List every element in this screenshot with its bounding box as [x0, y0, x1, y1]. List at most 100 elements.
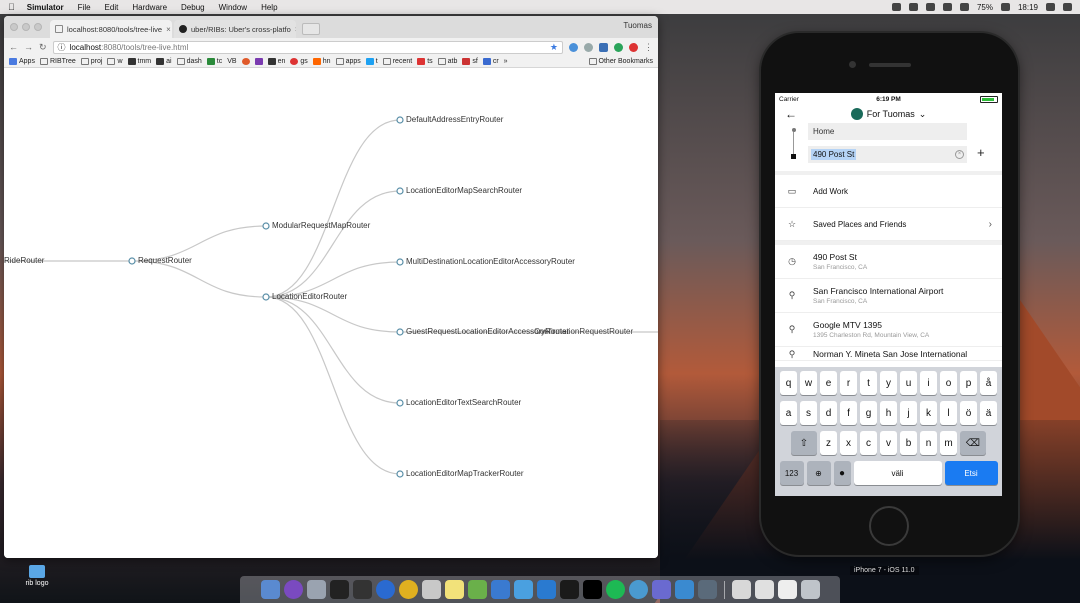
search-icon[interactable] [1046, 3, 1055, 11]
bookmark-star-icon[interactable]: ★ [550, 42, 558, 53]
menubar-clock[interactable]: 18:19 [1018, 3, 1038, 12]
bookmark-apps-folder[interactable]: apps [335, 58, 361, 65]
menu-kebab-icon[interactable]: ⋮ [644, 42, 653, 53]
globe-icon[interactable]: ⊕ [806, 461, 831, 485]
calendar-icon[interactable] [421, 580, 441, 599]
volume-icon[interactable] [959, 3, 969, 11]
extension-icon[interactable] [614, 42, 623, 52]
bookmark-ai[interactable]: ai [156, 58, 172, 65]
add-work-row[interactable]: ▭ Add Work [775, 175, 1002, 208]
app-icon[interactable] [651, 580, 671, 599]
close-window-button[interactable] [10, 23, 18, 31]
bookmark-ts[interactable]: ts [417, 58, 433, 65]
key-w[interactable]: w [800, 371, 817, 395]
extension-icon[interactable] [629, 42, 638, 52]
simulator-icon[interactable] [674, 580, 694, 599]
bookmark-hn[interactable]: hn [312, 58, 331, 65]
messenger-icon[interactable] [375, 580, 395, 599]
tree-node-location-editor-router[interactable]: LocationEditorRouter [272, 292, 347, 301]
profile-name[interactable]: Tuomas [623, 21, 652, 30]
notification-center-icon[interactable] [1063, 3, 1072, 11]
app-icon[interactable] [628, 580, 648, 599]
tree-node-request-router[interactable]: RequestRouter [138, 256, 192, 265]
key-k[interactable]: k [920, 401, 937, 425]
trash-icon[interactable] [800, 580, 820, 599]
key-z[interactable]: z [820, 431, 837, 455]
bookmark-sf[interactable]: sf [462, 58, 478, 65]
tree-node-circle[interactable] [128, 257, 136, 265]
desktop-folder-rib-logo[interactable]: rib logo [22, 565, 52, 587]
app-icon[interactable] [697, 580, 717, 599]
delete-key-icon[interactable]: ⌫ [960, 431, 986, 455]
bookmark-other[interactable]: Other Bookmarks [588, 58, 653, 65]
siri-icon[interactable] [283, 580, 303, 599]
home-button[interactable] [869, 506, 909, 546]
tree-node-ride-router[interactable]: RideRouter [4, 256, 44, 265]
key-y[interactable]: y [880, 371, 897, 395]
bookmark-w[interactable]: w [107, 58, 123, 65]
finder-icon[interactable] [260, 580, 280, 599]
document-icon[interactable] [777, 580, 797, 599]
bookmark-apps[interactable]: Apps [9, 58, 35, 65]
rider-selector[interactable]: For Tuomas ⌄ [775, 108, 1002, 120]
bookmark-gs[interactable]: gs [290, 58, 308, 65]
bookmark-recent[interactable]: recent [382, 58, 412, 65]
tree-node-default-address-entry-router[interactable]: DefaultAddressEntryRouter [406, 115, 503, 124]
status-icon[interactable] [908, 3, 918, 11]
extension-icon[interactable] [569, 42, 578, 52]
shift-key-icon[interactable]: ⇧ [791, 431, 817, 455]
new-tab-button[interactable] [302, 23, 320, 35]
back-icon[interactable]: ← [9, 42, 18, 52]
menu-window[interactable]: Window [219, 3, 247, 12]
more-bookmarks-icon[interactable]: » [504, 58, 508, 65]
menu-debug[interactable]: Debug [181, 3, 205, 12]
wifi-icon[interactable] [942, 3, 952, 11]
menu-edit[interactable]: Edit [105, 3, 119, 12]
bookmark-icon-only[interactable] [241, 58, 250, 65]
bookmark-cr[interactable]: cr [482, 58, 499, 65]
maps-icon[interactable] [490, 580, 510, 599]
status-icon[interactable] [891, 3, 901, 11]
tab-tree-live[interactable]: localhost:8080/tools/tree-live × [50, 20, 172, 38]
tree-node-confirmation-request-router[interactable]: ConfirmationRequestRouter [534, 327, 633, 336]
notes-icon[interactable] [444, 580, 464, 599]
space-key[interactable]: väli [853, 461, 942, 485]
place-row[interactable]: ⚲ Norman Y. Mineta San Jose Internationa… [775, 347, 1002, 361]
search-go-key[interactable]: Etsi [944, 461, 998, 485]
key-ö[interactable]: ö [960, 401, 977, 425]
key-u[interactable]: u [900, 371, 917, 395]
key-r[interactable]: r [840, 371, 857, 395]
extension-icon[interactable] [599, 42, 608, 52]
bookmark-ribtree[interactable]: RIBTree [39, 58, 76, 65]
minimize-window-button[interactable] [22, 23, 30, 31]
bookmark-tc[interactable]: tc [206, 58, 222, 65]
key-g[interactable]: g [860, 401, 877, 425]
app-icon[interactable] [467, 580, 487, 599]
launchpad-icon[interactable] [306, 580, 326, 599]
key-h[interactable]: h [880, 401, 897, 425]
pickup-field[interactable]: Home [808, 123, 967, 140]
xcode-icon[interactable] [513, 580, 533, 599]
menu-help[interactable]: Help [261, 3, 277, 12]
tree-node-location-editor-map-search-router[interactable]: LocationEditorMapSearchRouter [406, 186, 522, 195]
tree-node-circle[interactable] [262, 293, 270, 301]
page-info-icon[interactable]: ⓘ [58, 42, 66, 53]
key-t[interactable]: t [860, 371, 877, 395]
forward-icon[interactable]: → [24, 42, 33, 52]
app-menu[interactable]: Simulator [27, 3, 64, 12]
flag-icon[interactable] [1000, 3, 1010, 11]
saved-places-row[interactable]: ☆ Saved Places and Friends › [775, 208, 1002, 241]
key-b[interactable]: b [900, 431, 917, 455]
key-l[interactable]: l [940, 401, 957, 425]
numbers-key[interactable]: 123 [779, 461, 804, 485]
key-e[interactable]: e [820, 371, 837, 395]
tree-node-location-editor-text-search-router[interactable]: LocationEditorTextSearchRouter [406, 398, 521, 407]
tree-node-location-editor-map-tracker-router[interactable]: LocationEditorMapTrackerRouter [406, 469, 524, 478]
key-p[interactable]: p [960, 371, 977, 395]
destination-field[interactable]: 490 Post St × [808, 146, 967, 163]
tree-node-circle[interactable] [396, 470, 404, 478]
bookmark-dash[interactable]: dash [176, 58, 202, 65]
key-d[interactable]: d [820, 401, 837, 425]
extension-icon[interactable] [584, 42, 593, 52]
bookmark-t[interactable]: t [365, 58, 378, 65]
